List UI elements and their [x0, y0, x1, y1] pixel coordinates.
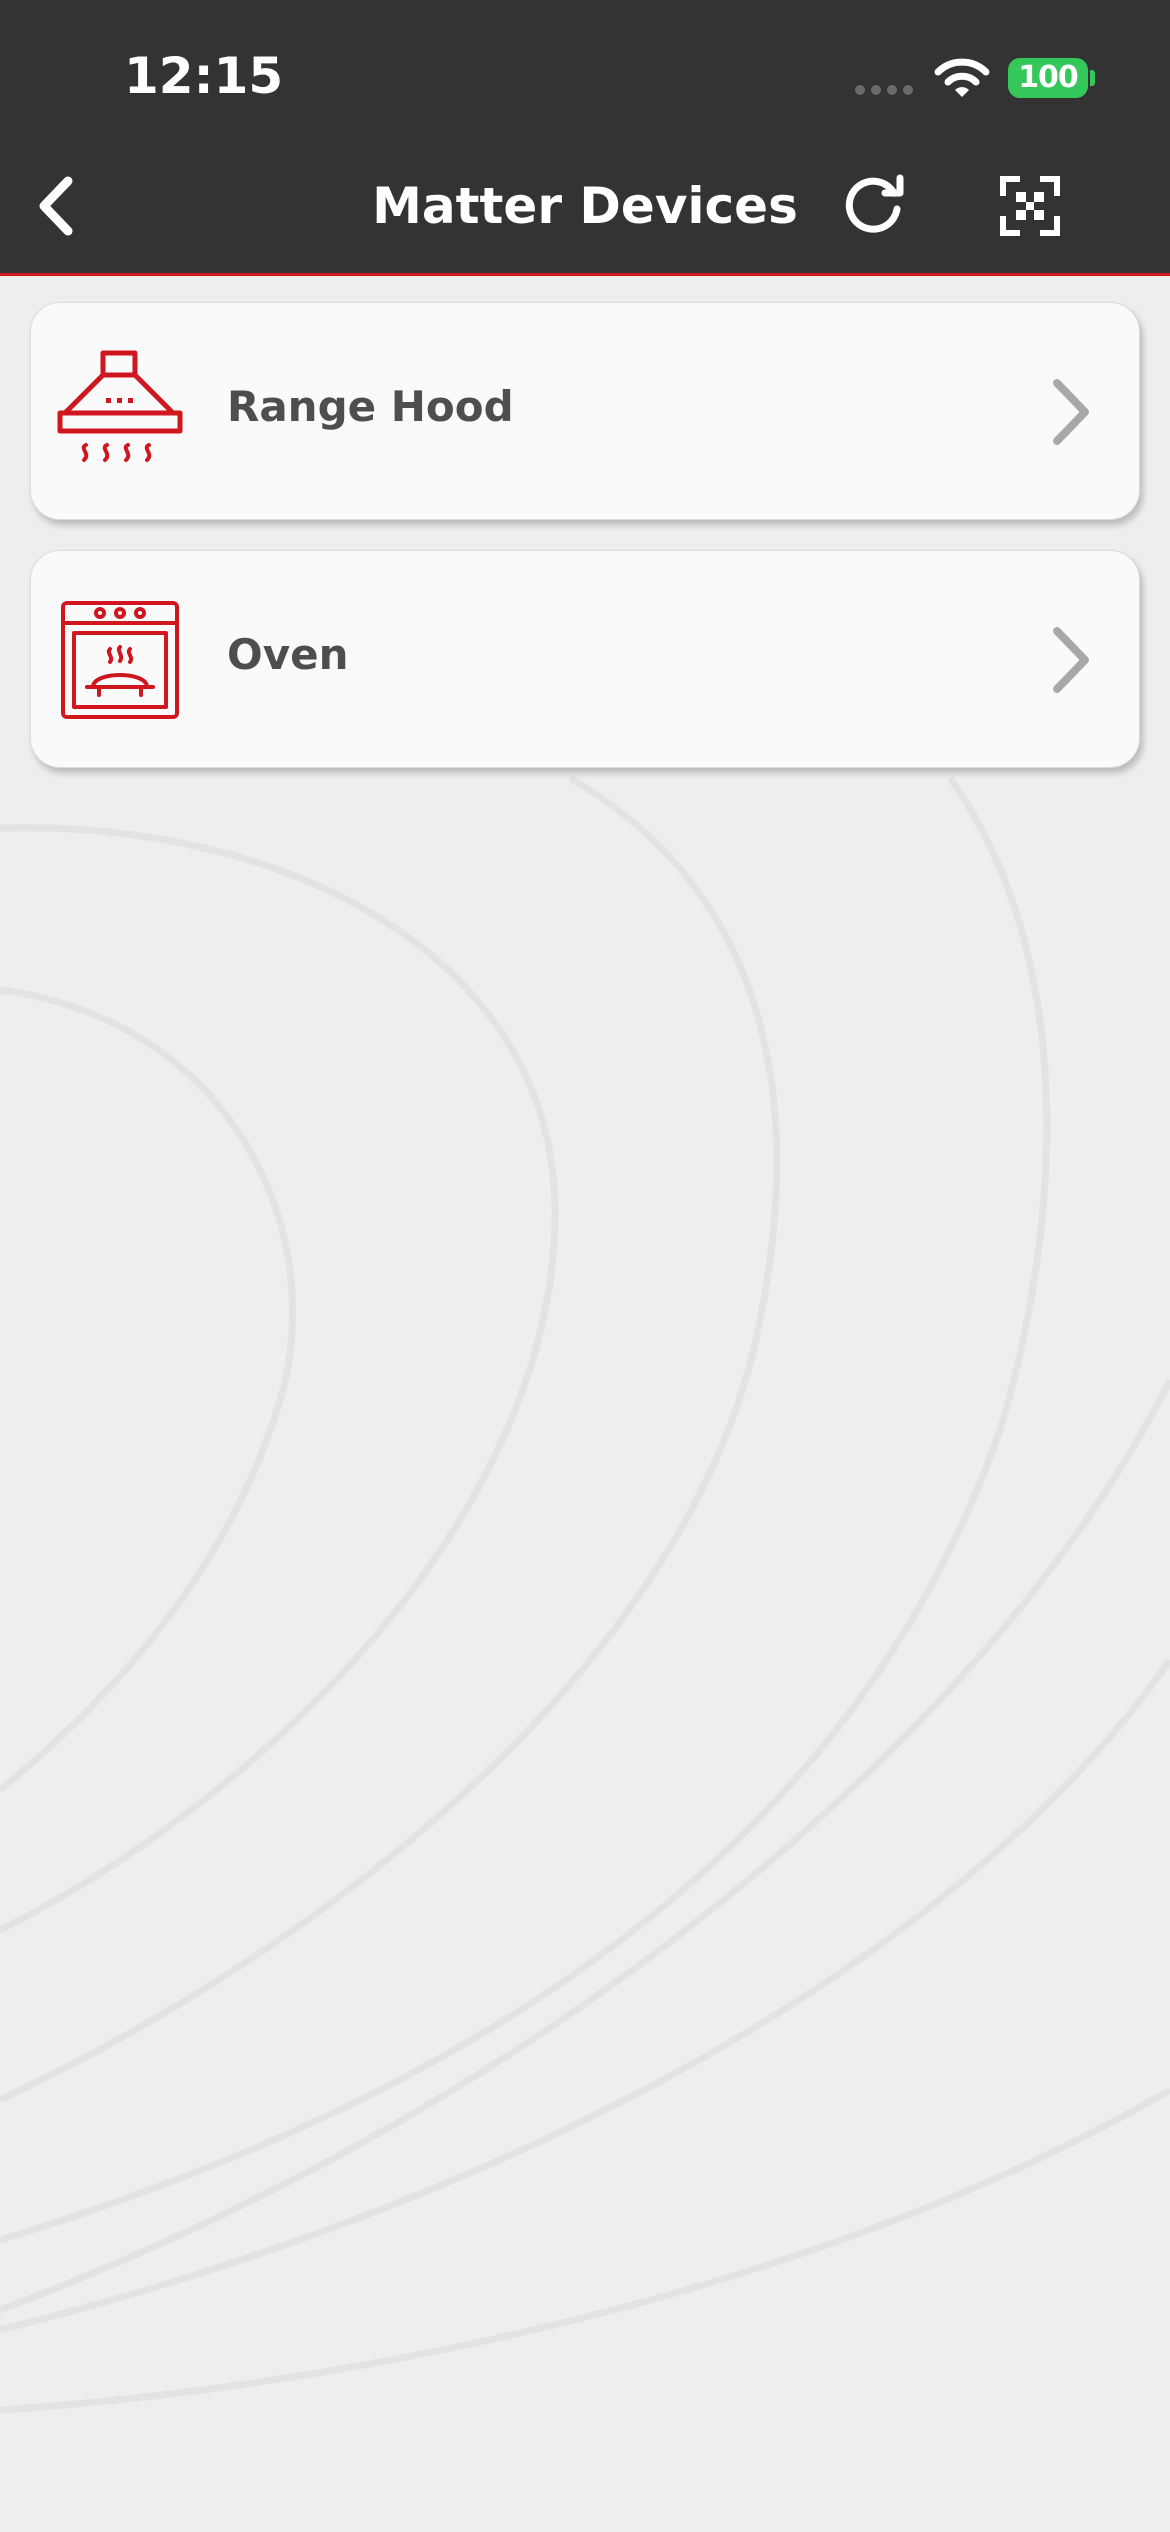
- nav-bar: Matter Devices: [0, 140, 1170, 276]
- battery-icon: 100: [1008, 58, 1088, 98]
- battery-nub: [1090, 70, 1095, 86]
- battery-level: 100: [1018, 60, 1079, 95]
- device-card-range-hood[interactable]: Range Hood: [30, 302, 1140, 520]
- scan-qr-button[interactable]: [990, 166, 1070, 246]
- status-time: 12:15: [124, 47, 284, 105]
- device-label: Oven: [227, 630, 349, 679]
- back-chevron-icon: [39, 176, 73, 236]
- cellular-dots-icon: [855, 85, 913, 95]
- range-hood-icon: [57, 350, 183, 462]
- device-label: Range Hood: [227, 382, 514, 431]
- qr-scan-icon: [1000, 176, 1060, 236]
- back-button[interactable]: [16, 166, 96, 246]
- chevron-right-icon: [1053, 379, 1089, 445]
- page-title: Matter Devices: [372, 177, 798, 235]
- chevron-right-icon: [1053, 627, 1089, 693]
- oven-icon: [61, 601, 179, 719]
- refresh-icon: [845, 174, 904, 233]
- wifi-icon: [934, 58, 990, 97]
- refresh-button[interactable]: [834, 166, 914, 246]
- device-card-oven[interactable]: Oven: [30, 550, 1140, 768]
- device-list: Range Hood Oven: [30, 302, 1140, 798]
- status-bar: 12:15 100: [0, 0, 1170, 140]
